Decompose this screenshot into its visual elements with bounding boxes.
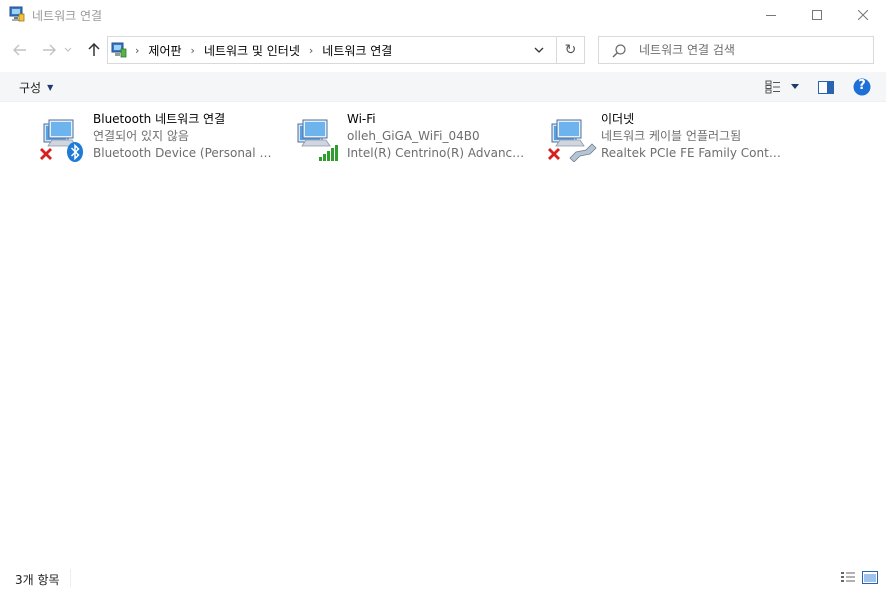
chevron-down-icon [791, 84, 799, 89]
chevron-down-icon [534, 47, 544, 53]
tiles-view-icon [862, 571, 878, 584]
status-divider [70, 569, 71, 587]
bluetooth-adapter-icon [38, 110, 90, 162]
tiles-view-button[interactable] [862, 571, 878, 585]
connection-ethernet[interactable]: 이더넷 네트워크 케이블 언플러그됨 Realtek PCIe FE Famil… [546, 108, 786, 164]
details-view-button[interactable] [840, 571, 856, 585]
preview-pane-icon [818, 80, 834, 94]
breadcrumb-network-and-internet[interactable]: 네트워크 및 인터넷 [204, 42, 300, 59]
connection-name: Wi-Fi [347, 112, 376, 126]
help-glyph: ? [858, 78, 866, 93]
connection-name: 이더넷 [601, 112, 635, 126]
chevron-down-icon: ▼ [47, 82, 54, 92]
refresh-button[interactable]: ↻ [557, 36, 585, 64]
details-view-icon [841, 572, 855, 582]
breadcrumb-control-panel[interactable]: 제어판 [148, 42, 181, 59]
address-history-button[interactable] [530, 43, 548, 57]
connection-status: olleh_GiGA_WiFi_04B0 [347, 129, 480, 143]
arrow-left-icon [13, 44, 26, 56]
disconnected-x-icon [40, 148, 52, 160]
search-icon [611, 43, 627, 59]
maximize-icon [812, 10, 822, 20]
connections-list: Bluetooth 네트워크 연결 연결되어 있지 않음 Bluetooth D… [0, 103, 886, 565]
forward-button[interactable] [38, 40, 60, 60]
network-connections-icon [9, 6, 25, 22]
connection-device: Intel(R) Centrino(R) Advance... [347, 146, 527, 160]
status-bar: 3개 항목 [0, 565, 886, 592]
wifi-adapter-icon [292, 110, 344, 162]
title-bar: 네트워크 연결 [0, 0, 886, 30]
connection-bluetooth[interactable]: Bluetooth 네트워크 연결 연결되어 있지 않음 Bluetooth D… [38, 108, 278, 164]
arrow-up-icon [88, 43, 100, 56]
minimize-icon [766, 15, 776, 16]
connection-details: 이더넷 네트워크 케이블 언플러그됨 Realtek PCIe FE Famil… [601, 111, 781, 162]
organize-button[interactable]: 구성 ▼ [11, 78, 61, 96]
connection-device: Bluetooth Device (Personal A... [93, 146, 273, 160]
recent-locations-button[interactable] [62, 40, 74, 60]
close-button[interactable] [840, 0, 886, 30]
ethernet-adapter-icon [546, 110, 598, 163]
close-icon [858, 10, 868, 20]
bluetooth-icon [67, 142, 83, 162]
refresh-icon: ↻ [564, 42, 577, 58]
item-count: 3개 항목 [15, 573, 60, 587]
organize-label: 구성 [19, 80, 42, 95]
breadcrumb-separator: › [308, 43, 314, 57]
window-title: 네트워크 연결 [32, 9, 103, 23]
breadcrumb-network-connections[interactable]: 네트워크 연결 [322, 42, 392, 59]
change-view-button[interactable] [761, 78, 803, 96]
up-button[interactable] [83, 40, 105, 60]
ethernet-cable-icon [569, 143, 597, 163]
breadcrumb-separator: › [190, 43, 195, 57]
chevron-down-icon [64, 47, 72, 52]
back-button[interactable] [9, 40, 31, 60]
connection-wifi[interactable]: Wi-Fi olleh_GiGA_WiFi_04B0 Intel(R) Cent… [292, 108, 532, 164]
command-bar: 구성 ▼ ? [0, 72, 886, 102]
connection-details: Wi-Fi olleh_GiGA_WiFi_04B0 Intel(R) Cent… [347, 111, 527, 162]
maximize-button[interactable] [794, 0, 840, 30]
arrow-right-icon [43, 44, 56, 56]
connection-details: Bluetooth 네트워크 연결 연결되어 있지 않음 Bluetooth D… [93, 111, 273, 162]
connection-status: 연결되어 있지 않음 [93, 129, 189, 143]
address-bar[interactable]: › 제어판 › 네트워크 및 인터넷 › 네트워크 연결 [107, 36, 557, 64]
signal-bars-icon [319, 145, 338, 161]
change-view-icon [765, 80, 780, 94]
control-panel-icon [111, 42, 127, 58]
search-box[interactable] [598, 36, 874, 64]
search-input[interactable] [639, 38, 867, 62]
minimize-button[interactable] [748, 0, 794, 30]
breadcrumb-separator: › [135, 43, 140, 57]
breadcrumb: › 제어판 › 네트워크 및 인터넷 › 네트워크 연결 [130, 37, 392, 63]
connection-name: Bluetooth 네트워크 연결 [93, 112, 226, 126]
disconnected-x-icon [548, 148, 560, 160]
connection-device: Realtek PCIe FE Family Contr... [601, 146, 781, 160]
help-button[interactable]: ? [852, 77, 872, 97]
preview-pane-button[interactable] [815, 78, 837, 96]
connection-status: 네트워크 케이블 언플러그됨 [601, 129, 742, 143]
navigation-bar: › 제어판 › 네트워크 및 인터넷 › 네트워크 연결 ↻ [0, 30, 886, 72]
